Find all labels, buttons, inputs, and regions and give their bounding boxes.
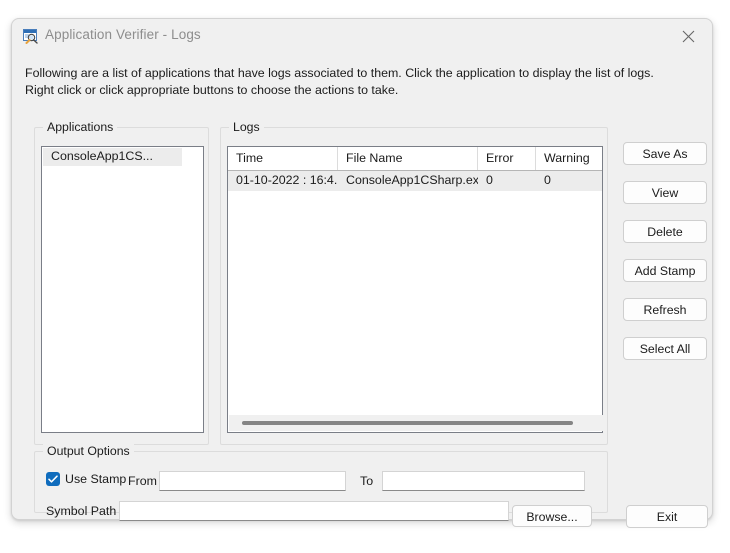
refresh-button[interactable]: Refresh — [623, 298, 707, 321]
output-options-legend: Output Options — [43, 444, 134, 458]
logs-listview[interactable]: Time File Name Error Warning 01-10-2022 … — [227, 146, 603, 433]
use-stamp-checkbox[interactable]: Use Stamp — [46, 472, 126, 486]
applications-listbox[interactable]: ConsoleApp1CS... — [41, 146, 204, 433]
to-input[interactable] — [382, 471, 585, 491]
symbol-path-input[interactable] — [119, 501, 509, 521]
column-header-error[interactable]: Error — [478, 147, 536, 170]
to-label: To — [360, 474, 374, 488]
screen: Application Verifier - Logs Following ar… — [0, 0, 730, 553]
output-options-group: Output Options Use Stamp From To Symbol … — [34, 444, 608, 521]
logs-header-row: Time File Name Error Warning — [228, 147, 602, 171]
column-header-time[interactable]: Time — [228, 147, 338, 170]
symbol-path-label: Symbol Path — [46, 504, 117, 518]
table-row[interactable]: 01-10-2022 : 16:4... ConsoleApp1CSharp.e… — [228, 171, 602, 191]
from-input[interactable] — [159, 471, 346, 491]
view-button[interactable]: View — [623, 181, 707, 204]
close-icon[interactable] — [666, 19, 712, 52]
column-header-file-name[interactable]: File Name — [338, 147, 478, 170]
select-all-button[interactable]: Select All — [623, 337, 707, 360]
checkmark-icon — [46, 472, 60, 486]
cell-time: 01-10-2022 : 16:4... — [236, 173, 338, 187]
applications-group: Applications ConsoleApp1CS... — [34, 120, 209, 445]
cell-file-name: ConsoleApp1CSharp.ex... — [346, 173, 478, 187]
cell-error: 0 — [486, 173, 493, 187]
logs-legend: Logs — [229, 120, 264, 134]
window-title: Application Verifier - Logs — [45, 27, 201, 42]
list-item[interactable]: ConsoleApp1CS... — [43, 148, 182, 166]
use-stamp-label: Use Stamp — [65, 472, 127, 486]
delete-button[interactable]: Delete — [623, 220, 707, 243]
logs-group: Logs Time File Name Error Warning 01-10-… — [220, 120, 608, 445]
app-verifier-icon — [22, 28, 39, 44]
scrollbar-thumb[interactable] — [242, 421, 573, 425]
from-label: From — [128, 474, 157, 488]
add-stamp-button[interactable]: Add Stamp — [623, 259, 707, 282]
cell-warning: 0 — [544, 173, 551, 187]
exit-button[interactable]: Exit — [626, 505, 708, 528]
save-as-button[interactable]: Save As — [623, 142, 707, 165]
title-bar: Application Verifier - Logs — [12, 19, 712, 53]
description-text: Following are a list of applications tha… — [25, 66, 654, 97]
browse-button[interactable]: Browse... — [512, 505, 592, 527]
column-header-warning[interactable]: Warning — [536, 147, 604, 170]
horizontal-scrollbar[interactable] — [229, 415, 603, 431]
application-verifier-logs-window: Application Verifier - Logs Following ar… — [11, 18, 713, 528]
applications-legend: Applications — [43, 120, 118, 134]
